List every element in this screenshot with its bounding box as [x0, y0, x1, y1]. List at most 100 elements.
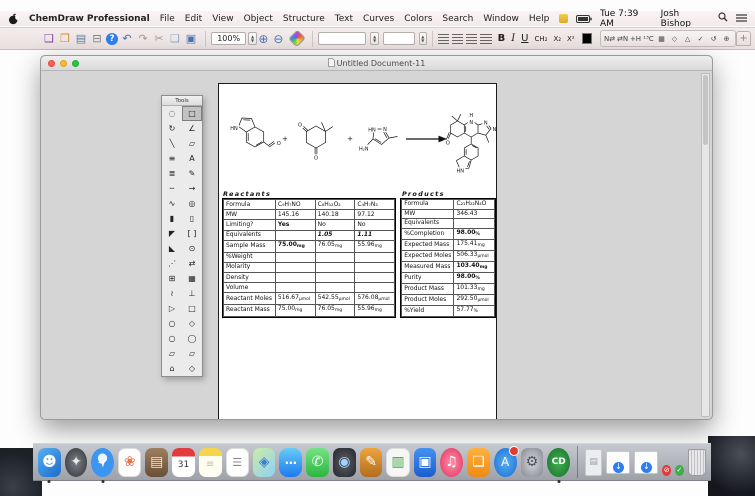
save-icon[interactable]: ▤ [74, 32, 88, 46]
menu-help[interactable]: Help [529, 14, 550, 24]
table-cell[interactable]: Yes [274, 219, 316, 231]
tools-palette-title[interactable]: Tools [162, 96, 202, 106]
table-cell[interactable]: 145.16 [274, 209, 316, 221]
undo-icon[interactable]: ↶ [120, 32, 134, 46]
multiple-bond-tool[interactable]: ≡ [162, 151, 182, 166]
stamp-tool[interactable]: ⊥ [182, 286, 202, 301]
scrollbar-thumb[interactable] [703, 75, 708, 145]
align-right-icon[interactable] [466, 33, 478, 44]
dock-facetime[interactable]: ✆ [306, 447, 329, 477]
print-icon[interactable]: ⊟ [90, 32, 104, 46]
vertical-scrollbar[interactable] [701, 73, 710, 417]
table-cell[interactable]: C₂₁H₂₂N₄O [453, 199, 495, 210]
wedge-bond-tool[interactable]: ◤ [162, 226, 182, 241]
add-toolbar-button[interactable]: + [736, 31, 752, 46]
menu-search[interactable]: Search [442, 14, 473, 24]
copy-icon[interactable]: ❏ [168, 32, 182, 46]
bracket-tool[interactable]: [ ] [182, 226, 202, 241]
spotlight-search-icon[interactable] [718, 12, 728, 25]
paste-icon[interactable]: ▣ [184, 32, 198, 46]
table-cell[interactable] [453, 218, 495, 229]
italic-button[interactable]: I [511, 33, 515, 44]
table-cell[interactable] [274, 282, 316, 294]
pentagon-shape-tool[interactable]: ⌂ [162, 361, 182, 376]
align-center-icon[interactable] [452, 33, 464, 44]
query-bond-tool[interactable]: ⋰ [162, 256, 182, 271]
table-cell[interactable]: 55.96mg [354, 304, 396, 317]
table-cell[interactable]: No [314, 219, 356, 231]
polygon-shape-tool[interactable]: ◇ [182, 361, 202, 376]
menu-edit[interactable]: Edit [185, 14, 202, 24]
dock-contacts[interactable]: ▤ [145, 447, 169, 477]
hashed-bond-tool[interactable]: ≣ [162, 166, 182, 181]
table-cell[interactable] [314, 261, 356, 273]
dock-notes[interactable]: ≡ [198, 447, 222, 477]
revert-structure-icon[interactable]: ↺ [707, 32, 720, 45]
dock-photo-booth[interactable]: ◉ [332, 447, 356, 477]
table-cell[interactable]: 292.50µmol [453, 293, 495, 306]
structure-to-name-icon[interactable]: ⇄N [616, 32, 629, 45]
table-cell[interactable] [274, 261, 316, 273]
curve-tool[interactable]: ≀ [162, 286, 182, 301]
table-cell[interactable]: C₄H₇N₃ [354, 198, 396, 211]
check-structure-icon[interactable]: ◇ [668, 32, 681, 45]
dock-app-store[interactable]: A [493, 445, 519, 477]
redo-icon[interactable]: ↷ [136, 32, 150, 46]
table-cell[interactable]: 97.12 [354, 209, 396, 221]
help-icon[interactable]: ? [106, 32, 118, 45]
rotate-tool[interactable]: ↻ [162, 121, 182, 136]
font-size-stepper[interactable]: ▲ ▼ [418, 32, 428, 45]
formula-style-button[interactable]: CH₂ [534, 35, 547, 43]
reaction-scheme[interactable]: HN O O O HN N H₂N H N N NH O HN + [221, 97, 496, 197]
apple-menu[interactable] [8, 13, 19, 24]
table-cell[interactable]: 75.00mg [274, 304, 316, 317]
table-cell[interactable]: 57.77% [453, 304, 495, 317]
table-cell[interactable]: 103.40mg [453, 260, 495, 273]
app-menu-title[interactable]: ChemDraw Professional [29, 14, 150, 24]
table-cell[interactable]: C₉H₇NO [274, 198, 316, 211]
menu-structure[interactable]: Structure [283, 14, 325, 24]
wavy-bond-tool[interactable]: ∿ [162, 196, 182, 211]
document-page[interactable]: HN O O O HN N H₂N H N N NH O HN + [218, 83, 497, 419]
dock-badge-red[interactable]: ⊘ [662, 465, 671, 476]
dock-maps[interactable]: ◈ [252, 447, 276, 477]
dock-downloads-2[interactable]: ↓ [634, 450, 659, 474]
table-cell[interactable] [354, 261, 396, 273]
text-tool[interactable]: A [182, 151, 202, 166]
table-cell[interactable]: 576.08µmol [354, 292, 396, 306]
arc-tool[interactable]: ∠ [182, 121, 202, 136]
menu-colors[interactable]: Colors [404, 14, 432, 24]
lasso-select-tool[interactable]: ◌ [162, 106, 182, 121]
table-cell[interactable]: 506.33µmol [453, 249, 495, 262]
dock-system-preferences[interactable]: ⚙ [520, 447, 544, 477]
menu-curves[interactable]: Curves [363, 14, 394, 24]
font-stepper[interactable]: ▲ ▼ [370, 32, 379, 45]
table-cell[interactable]: 75.00mg [274, 239, 316, 253]
hollow-wedge-tool[interactable]: ◣ [162, 241, 182, 256]
dock-reminders[interactable]: ☰ [225, 447, 249, 477]
solid-bond-tool[interactable]: ╲ [162, 136, 182, 151]
dock-pages[interactable]: ✎ [359, 447, 383, 477]
arrow-tool[interactable]: → [182, 181, 202, 196]
new-document-icon[interactable]: ❑ [42, 32, 56, 46]
dock-calendar[interactable]: 31 [172, 447, 195, 477]
dock-document[interactable]: ▤ [584, 448, 603, 476]
trapezoid-shape-tool[interactable]: ▱ [182, 346, 202, 361]
bold-button[interactable]: B [498, 33, 506, 44]
rectangle-tool[interactable]: ▯ [182, 211, 202, 226]
nmr-predict-icon[interactable]: ¹³C [642, 32, 655, 45]
table-cell[interactable]: 516.67µmol [274, 292, 316, 306]
dashed-bond-tool[interactable]: ╌ [162, 181, 182, 196]
dock-ibooks[interactable]: ❏ [467, 447, 490, 477]
menu-file[interactable]: File [160, 14, 175, 24]
table-cell[interactable]: 175.41mg [453, 238, 495, 251]
stoichiometry-grid[interactable]: Reactants Products Formula C₉H₇NO C₈H₁₂O₂ C… [221, 190, 496, 318]
square-shape-tool[interactable]: □ [182, 301, 202, 316]
table-cell[interactable] [274, 271, 316, 284]
dock-trash[interactable] [687, 448, 707, 476]
dock-keynote[interactable]: ▣ [413, 447, 437, 477]
table-cell[interactable]: 1.11 [354, 229, 396, 241]
open-document-icon[interactable]: ❒ [58, 32, 72, 46]
font-select[interactable] [317, 32, 367, 45]
table-cell[interactable] [314, 282, 356, 294]
